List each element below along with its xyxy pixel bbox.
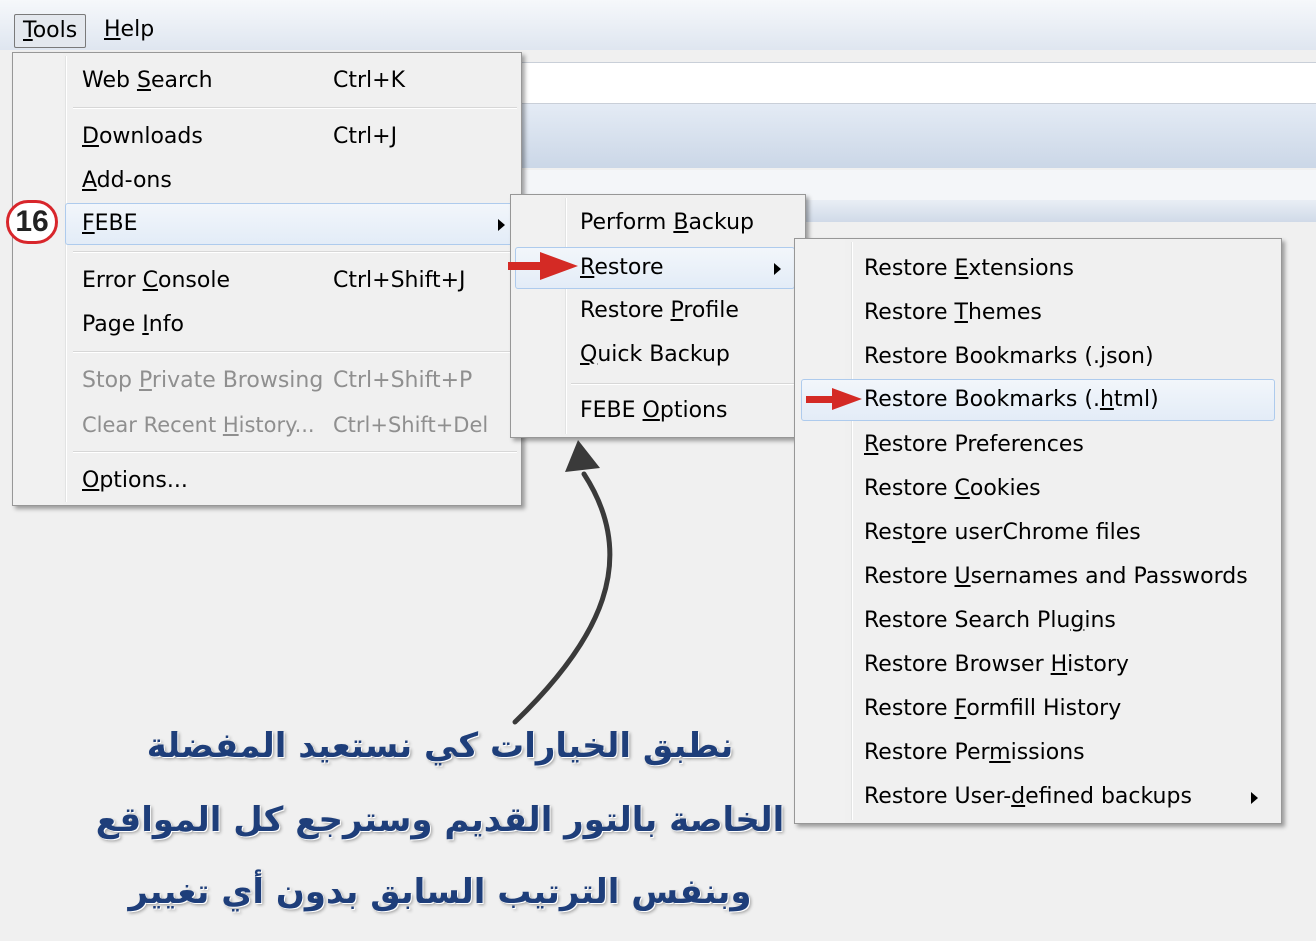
menu-separator [73, 451, 517, 453]
menu-item-restore-profile[interactable]: Restore Profile [511, 291, 805, 331]
menu-item-restore-browser-history[interactable]: Restore Browser History [795, 645, 1281, 685]
menu-item-error-console[interactable]: Error Console Ctrl+Shift+J [13, 261, 521, 301]
febe-submenu: Perform Backup Restore Restore Profile Q… [510, 194, 806, 438]
menu-item-restore-bookmarks-json[interactable]: Restore Bookmarks (.json) [795, 337, 1281, 377]
menu-separator [571, 383, 801, 385]
toolbar-background [500, 104, 1316, 168]
menu-item-restore[interactable]: Restore [515, 247, 795, 289]
menu-item-stop-private-browsing[interactable]: Stop Private Browsing Ctrl+Shift+P [13, 361, 521, 401]
menu-item-febe-options[interactable]: FEBE Options [511, 391, 805, 431]
caption-line-1: نطبق الخيارات كي نستعيد المفضلة [146, 726, 734, 766]
menu-bar: Tools Help [0, 0, 1316, 50]
menu-item-febe[interactable]: FEBE [65, 203, 515, 245]
address-bar[interactable] [500, 62, 1316, 104]
menu-item-restore-bookmarks-html[interactable]: Restore Bookmarks (.html) [801, 379, 1275, 421]
menu-help[interactable]: Help [96, 14, 162, 46]
menu-separator [73, 251, 517, 253]
menu-item-restore-extensions[interactable]: Restore Extensions [795, 249, 1281, 289]
menu-item-downloads[interactable]: Downloads Ctrl+J [13, 117, 521, 157]
menu-item-restore-permissions[interactable]: Restore Permissions [795, 733, 1281, 773]
caption-line-3: وبنفس الترتيب السابق بدون أي تغيير [128, 872, 752, 912]
menu-item-page-info[interactable]: Page Info [13, 305, 521, 345]
caption-line-2: الخاصة بالتور القديم وسترجع كل المواقع [95, 800, 785, 840]
submenu-arrow-icon [774, 263, 781, 275]
menu-item-add-ons[interactable]: Add-ons [13, 161, 521, 201]
menu-item-restore-usernames-passwords[interactable]: Restore Usernames and Passwords [795, 557, 1281, 597]
menu-tools[interactable]: Tools [14, 14, 87, 48]
shortcut-label: Ctrl+K [333, 68, 406, 93]
menu-item-restore-themes[interactable]: Restore Themes [795, 293, 1281, 333]
menu-item-options[interactable]: Options... [13, 461, 521, 501]
menu-item-clear-recent-history[interactable]: Clear Recent History... Ctrl+Shift+Del [13, 405, 521, 445]
menu-item-web-search[interactable]: Web Search Ctrl+K [13, 61, 521, 101]
shortcut-label: Ctrl+Shift+J [333, 268, 466, 293]
menu-item-restore-userchrome-files[interactable]: Restore userChrome files [795, 513, 1281, 553]
menu-item-restore-cookies[interactable]: Restore Cookies [795, 469, 1281, 509]
menu-separator [73, 351, 517, 353]
menu-item-quick-backup[interactable]: Quick Backup [511, 335, 805, 375]
shortcut-label: Ctrl+Shift+P [333, 368, 473, 393]
restore-submenu: Restore Extensions Restore Themes Restor… [794, 238, 1282, 824]
menu-item-restore-preferences[interactable]: Restore Preferences [795, 425, 1281, 465]
shortcut-label: Ctrl+Shift+Del [333, 413, 489, 437]
menu-separator [73, 107, 517, 109]
shortcut-label: Ctrl+J [333, 124, 398, 149]
step-number-badge: 16 [6, 200, 58, 244]
menu-item-restore-user-defined-backups[interactable]: Restore User-defined backups [795, 777, 1281, 817]
menu-item-restore-formfill-history[interactable]: Restore Formfill History [795, 689, 1281, 729]
tools-menu: Web Search Ctrl+K Downloads Ctrl+J Add-o… [12, 52, 522, 506]
submenu-arrow-icon [498, 219, 505, 231]
menu-item-perform-backup[interactable]: Perform Backup [511, 203, 805, 243]
curved-arrow-icon [512, 440, 613, 725]
submenu-arrow-icon [1251, 792, 1258, 804]
menu-item-restore-search-plugins[interactable]: Restore Search Plugins [795, 601, 1281, 641]
